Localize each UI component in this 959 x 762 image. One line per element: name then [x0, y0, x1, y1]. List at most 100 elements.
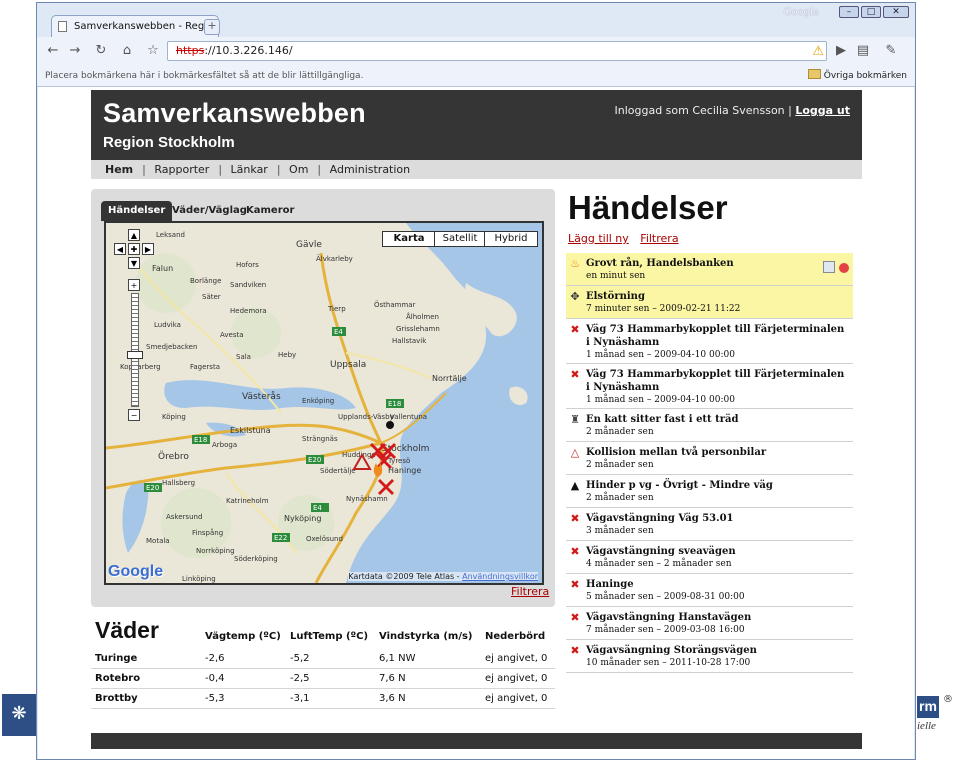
place-hallstavik: Hallstavik	[392, 337, 427, 345]
logout-link[interactable]: Logga ut	[795, 104, 850, 117]
other-bookmarks[interactable]: Övriga bokmärken	[807, 65, 907, 87]
roadblock-icon: ✖	[570, 545, 580, 558]
fire-icon: ♨	[570, 257, 580, 270]
event-item[interactable]: ♜ En katt sitter fast i ett träd 2 månad…	[566, 409, 853, 442]
place-sala: Sala	[236, 353, 251, 361]
weather-row: Turinge -2,6 -5,2 6,1 NW ej angivet, 0	[91, 649, 555, 669]
back-icon[interactable]: ←	[45, 43, 61, 59]
event-time: 2 månader sen	[586, 493, 654, 503]
close-window-button[interactable]: ✕	[883, 6, 909, 18]
nav-item-rapporter[interactable]: Rapporter	[154, 163, 209, 176]
obstacle-icon: ▲	[570, 479, 580, 492]
place-soderkoping: Söderköping	[234, 555, 278, 563]
precip: ej angivet, 0	[485, 673, 548, 684]
reload-icon[interactable]: ↻	[93, 43, 109, 59]
forward-icon[interactable]: →	[67, 43, 83, 59]
event-item[interactable]: ✖ Väg 73 Hammarbykopplet till Färjetermi…	[566, 364, 853, 409]
road-temp: -0,4	[205, 673, 225, 684]
road-e22: E22	[274, 534, 287, 542]
event-item[interactable]: ▲ Hinder p vg - Övrigt - Mindre väg 2 må…	[566, 475, 853, 508]
warning-icon[interactable]: ⚠	[812, 43, 824, 61]
delete-icon[interactable]	[839, 263, 849, 273]
nav-item-hem[interactable]: Hem	[105, 163, 133, 176]
event-item[interactable]: ✖ Vägavstängning sveavägen 4 månader sen…	[566, 541, 853, 574]
map-panel: Händelser Väder/Väglag Kameror E4 E18 E1…	[91, 189, 555, 607]
minimize-button[interactable]: –	[839, 6, 859, 18]
wind: 3,6 N	[379, 693, 406, 704]
map-type-satellit[interactable]: Satellit	[434, 231, 486, 247]
tab-handelser[interactable]: Händelser	[101, 201, 173, 221]
site-header: Samverkanswebben Region Stockholm Inlogg…	[91, 90, 862, 160]
events-list: ♨ Grovt rån, Handelsbanken en minut sen …	[566, 253, 853, 673]
roadblock-icon: ✖	[570, 644, 580, 657]
pan-down-icon[interactable]: ▼	[128, 257, 140, 269]
side-logo-text: rm	[917, 696, 939, 718]
page-icon	[58, 21, 67, 32]
event-item[interactable]: ✥ Elstörning 7 minuter sen – 2009-02-21 …	[566, 286, 853, 319]
tab-title: Samverkanswebben - Regi...	[74, 21, 217, 32]
header-precip: Nederbörd	[485, 631, 546, 642]
event-time: 3 månader sen	[586, 526, 654, 536]
zoom-handle[interactable]	[127, 351, 143, 359]
maximize-button[interactable]: □	[861, 6, 881, 18]
event-item[interactable]: ✖ Vägavstängning Väg 53.01 3 månader sen	[566, 508, 853, 541]
nav-item-om[interactable]: Om	[289, 163, 308, 176]
browser-tab[interactable]: Samverkanswebben - Regi... ×	[51, 15, 219, 37]
pan-right-icon[interactable]: ▶	[142, 243, 154, 255]
place-huddinge: Huddinge	[342, 451, 376, 459]
place-upplands-vasby: Upplands-Väsby	[338, 413, 394, 421]
event-title: Haninge	[586, 579, 634, 590]
place-eskilstuna: Eskilstuna	[230, 426, 271, 435]
wrench-icon[interactable]: ✎	[883, 43, 899, 59]
address-bar[interactable]: https://10.3.226.146/ ⚠	[167, 41, 827, 61]
play-icon[interactable]: ▶	[833, 43, 849, 59]
map-type-hybrid[interactable]: Hybrid	[484, 231, 538, 247]
tab-kameror[interactable]: Kameror	[239, 201, 301, 221]
home-icon[interactable]: ⌂	[119, 43, 135, 59]
pan-up-icon[interactable]: ▲	[128, 229, 140, 241]
nav-item-lankar[interactable]: Länkar	[231, 163, 268, 176]
edit-icon[interactable]	[823, 261, 835, 273]
new-tab-button[interactable]: +	[204, 19, 220, 35]
browser-brand: Google	[783, 7, 819, 18]
zoom-slider[interactable]	[131, 293, 139, 407]
page-menu-icon[interactable]: ▤	[855, 43, 871, 59]
events-actions: Lägg till ny Filtrera	[568, 232, 687, 245]
star-icon[interactable]: ☆	[145, 43, 161, 59]
zoom-in-icon[interactable]: +	[128, 279, 140, 291]
place-norrtalje: Norrtälje	[432, 374, 467, 383]
station-name: Turinge	[95, 653, 138, 664]
terms-link[interactable]: Användningsvillkor	[462, 572, 538, 581]
filter-events-link[interactable]: Filtrera	[640, 232, 678, 245]
place-hallsberg: Hallsberg	[162, 479, 195, 487]
map-view[interactable]: E4 E18 E18 E20 E20 E4 E22 Leksand Gävle …	[104, 221, 544, 585]
event-item[interactable]: ✖ Väg 73 Hammarbykopplet till Färjetermi…	[566, 319, 853, 364]
place-leksand: Leksand	[156, 231, 185, 239]
road-temp: -5,3	[205, 693, 225, 704]
road-e4: E4	[334, 328, 343, 336]
event-title: Hinder p vg - Övrigt - Mindre väg	[586, 480, 773, 491]
map-canvas[interactable]: E4 E18 E18 E20 E20 E4 E22 Leksand Gävle …	[106, 223, 542, 583]
event-item[interactable]: ✖ Vägavsängning Storängsvägen 10 månader…	[566, 640, 853, 673]
event-item[interactable]: △ Kollision mellan två personbilar 2 mån…	[566, 442, 853, 475]
event-item[interactable]: ✖ Vägavstängning Hanstavägen 7 månader s…	[566, 607, 853, 640]
place-strangnas: Strängnäs	[302, 435, 338, 443]
event-item[interactable]: ♨ Grovt rån, Handelsbanken en minut sen	[566, 253, 853, 286]
roadblock-icon: ✖	[570, 578, 580, 591]
place-avesta: Avesta	[220, 331, 244, 339]
place-heby: Heby	[278, 351, 296, 359]
browser-toolbar: ← → ↻ ⌂ ☆ https://10.3.226.146/ ⚠ ▶ ▤ ✎	[37, 37, 915, 65]
add-event-link[interactable]: Lägg till ny	[568, 232, 629, 245]
place-motala: Motala	[146, 537, 170, 545]
event-item[interactable]: ✖ Haninge 5 månader sen – 2009-08-31 00:…	[566, 574, 853, 607]
road-e4b: E4	[313, 504, 322, 512]
pan-left-icon[interactable]: ◀	[114, 243, 126, 255]
place-askersund: Askersund	[166, 513, 202, 521]
nav-item-administration[interactable]: Administration	[330, 163, 411, 176]
pan-center-icon[interactable]: ✚	[128, 243, 140, 255]
place-hofors: Hofors	[236, 261, 259, 269]
map-type-karta[interactable]: Karta	[382, 231, 436, 247]
place-borlange: Borlänge	[190, 277, 221, 285]
map-filter-link[interactable]: Filtrera	[511, 585, 549, 598]
zoom-out-icon[interactable]: −	[128, 409, 140, 421]
